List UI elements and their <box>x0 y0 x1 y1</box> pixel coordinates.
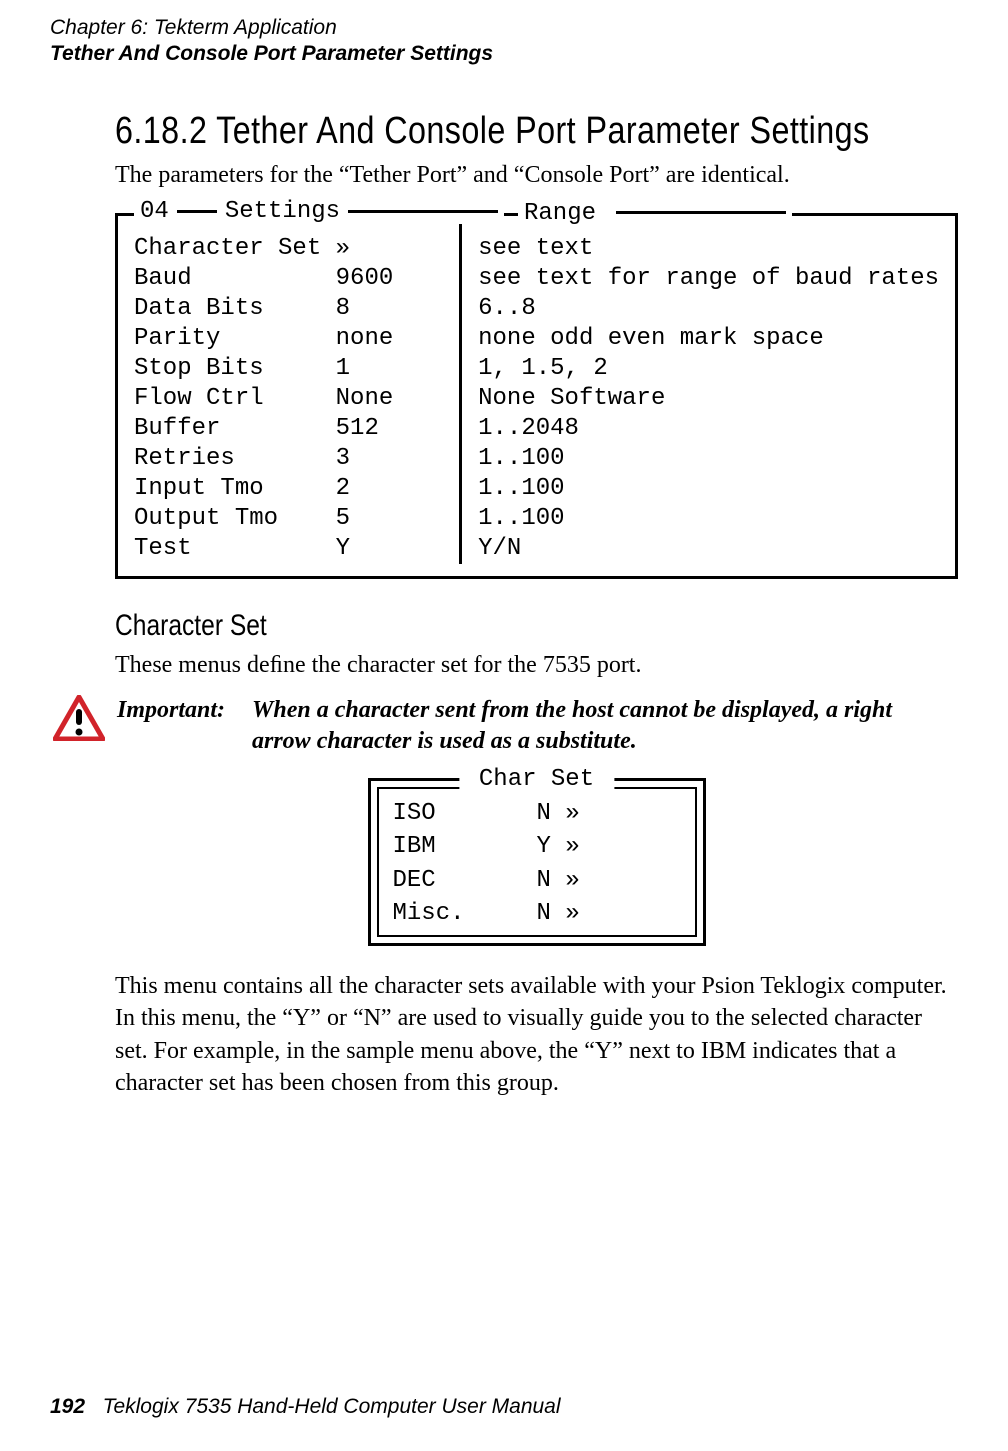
charset-frame-label: Char Set <box>459 766 614 793</box>
important-text: Important:When a character sent from the… <box>117 695 932 757</box>
header-chapter: Chapter 6: Tekterm Application <box>50 15 958 41</box>
settings-frame-prefix: 04 <box>140 200 169 224</box>
settings-frame-left-label: 04 Settings <box>134 200 504 224</box>
decorative-bar <box>177 210 217 213</box>
settings-frame-range-label: Range <box>518 200 792 227</box>
range-label-text: Range <box>524 200 596 227</box>
settings-frame: 04 Settings Range Character Set » Baud 9… <box>115 213 958 579</box>
important-block: Important:When a character sent from the… <box>53 695 958 757</box>
decorative-bar <box>348 210 498 213</box>
content-area: 6.18.2 Tether And Console Port Parameter… <box>115 110 958 1100</box>
settings-right-col: see text see text for range of baud rate… <box>462 234 955 564</box>
important-message: When a character sent from the host cann… <box>252 695 932 757</box>
important-label: Important: <box>117 695 252 726</box>
footer-text: Teklogix 7535 Hand-Held Computer User Ma… <box>103 1395 561 1418</box>
page-number: 192 <box>50 1395 85 1418</box>
charset-frame: Char Set ISO N » IBM Y » DEC N » Misc. N… <box>368 778 706 946</box>
warning-icon <box>53 695 105 741</box>
decorative-bar <box>616 211 786 214</box>
section-heading: 6.18.2 Tether And Console Port Parameter… <box>115 110 832 153</box>
closing-paragraph: This menu contains all the character set… <box>115 970 958 1100</box>
page-footer: 192 Teklogix 7535 Hand-Held Computer Use… <box>50 1395 561 1419</box>
page: Chapter 6: Tekterm Application Tether An… <box>0 0 1008 1451</box>
page-header: Chapter 6: Tekterm Application Tether An… <box>50 0 958 68</box>
charset-heading: Character Set <box>115 609 806 643</box>
header-section: Tether And Console Port Parameter Settin… <box>50 41 958 67</box>
section-intro: The parameters for the “Tether Port” and… <box>115 159 958 191</box>
settings-left-col: Character Set » Baud 9600 Data Bits 8 Pa… <box>118 234 459 564</box>
settings-columns: Character Set » Baud 9600 Data Bits 8 Pa… <box>118 234 955 564</box>
settings-frame-title: Settings <box>225 200 340 224</box>
charset-rows: ISO N » IBM Y » DEC N » Misc. N » <box>387 795 687 933</box>
charset-intro: These menus deﬁne the character set for … <box>115 649 958 681</box>
